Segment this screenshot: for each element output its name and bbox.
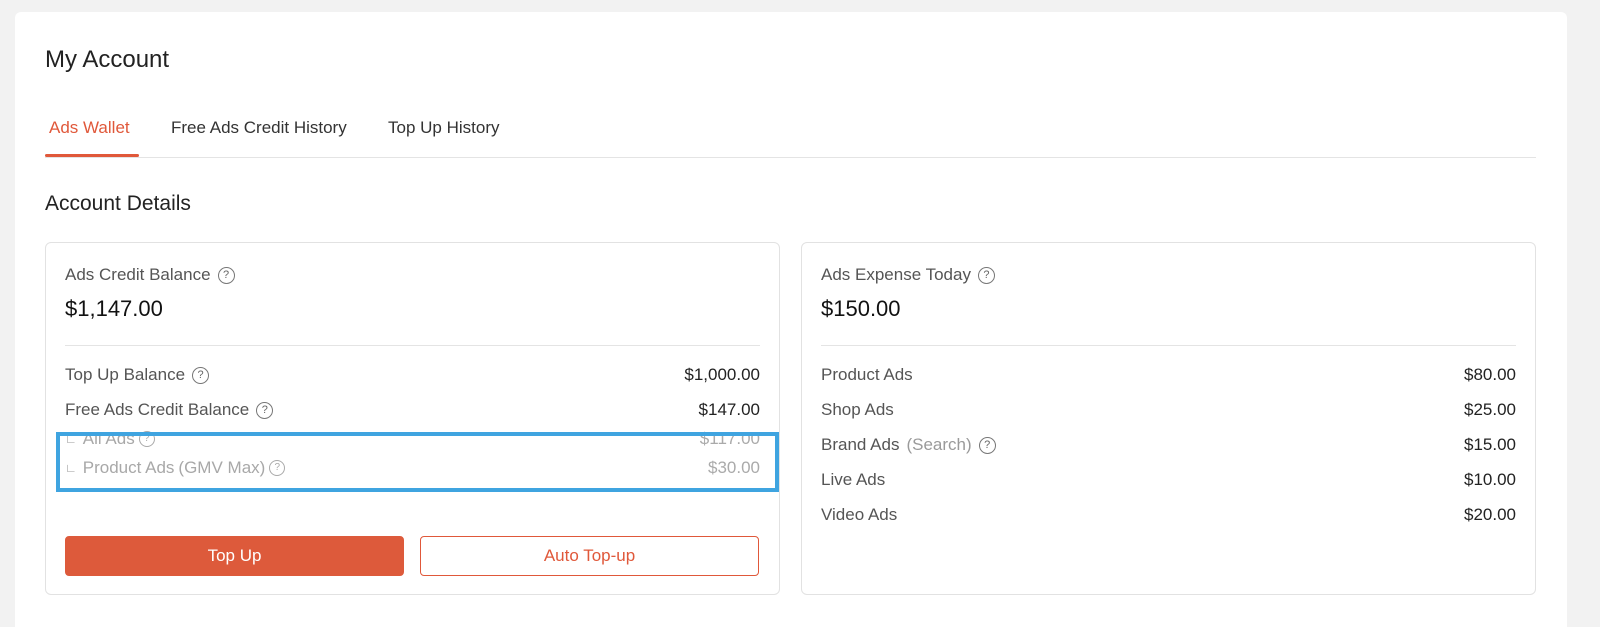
expense-label: Live Ads xyxy=(821,470,886,489)
product-ads-gmv-max-sub-row: ∟ Product Ads (GMV Max) ? $30.00 xyxy=(65,456,760,480)
tab-bar: Ads Wallet Free Ads Credit History Top U… xyxy=(45,104,1536,158)
help-icon[interactable]: ? xyxy=(217,266,235,284)
expense-row-live-ads: Live Ads $10.00 xyxy=(821,468,1516,492)
top-up-balance-row: Top Up Balance ? $1,000.00 xyxy=(65,363,760,387)
section-title: Account Details xyxy=(45,192,191,215)
tab-free-ads-credit-history[interactable]: Free Ads Credit History xyxy=(171,118,347,138)
tab-ads-wallet[interactable]: Ads Wallet xyxy=(49,118,130,138)
expense-label: Video Ads xyxy=(821,505,898,524)
expense-value: $25.00 xyxy=(1464,400,1516,419)
expense-label: Brand Ads xyxy=(821,435,900,454)
help-icon[interactable]: ? xyxy=(192,366,210,384)
page-title: My Account xyxy=(45,46,170,73)
all-ads-sub-row: ∟ All Ads ? $117.00 xyxy=(65,427,760,451)
gmv-max-suffix: (GMV Max) xyxy=(178,458,266,477)
ads-credit-balance-label: Ads Credit Balance xyxy=(65,265,211,284)
expense-value: $80.00 xyxy=(1464,365,1516,384)
ads-credit-balance-amount: $1,147.00 xyxy=(65,296,163,321)
expense-value: $15.00 xyxy=(1464,435,1516,454)
expense-row-product-ads: Product Ads $80.00 xyxy=(821,363,1516,387)
ads-credit-balance-heading: Ads Credit Balance ? xyxy=(65,265,235,285)
free-ads-credit-balance-label: Free Ads Credit Balance xyxy=(65,400,250,419)
free-ads-credit-balance-row: Free Ads Credit Balance ? $147.00 xyxy=(65,398,760,422)
help-icon[interactable]: ? xyxy=(269,460,286,476)
expense-value: $20.00 xyxy=(1464,505,1516,524)
all-ads-label: All Ads xyxy=(82,429,135,448)
tab-top-up-history[interactable]: Top Up History xyxy=(388,118,499,138)
ads-expense-today-heading: Ads Expense Today ? xyxy=(821,265,995,285)
ads-expense-today-card: Ads Expense Today ? $150.00 Product Ads … xyxy=(801,242,1536,595)
expense-row-brand-ads: Brand Ads (Search) ? $15.00 xyxy=(821,433,1516,457)
expense-row-video-ads: Video Ads $20.00 xyxy=(821,503,1516,527)
sub-item-corner-icon: ∟ xyxy=(65,432,77,446)
help-icon[interactable]: ? xyxy=(978,436,996,454)
top-up-balance-label: Top Up Balance xyxy=(65,365,186,384)
auto-top-up-button[interactable]: Auto Top-up xyxy=(420,536,759,576)
expense-value: $10.00 xyxy=(1464,470,1516,489)
expense-label: Product Ads xyxy=(821,365,913,384)
expense-label: Shop Ads xyxy=(821,400,894,419)
divider xyxy=(821,345,1516,346)
product-ads-gmv-max-value: $30.00 xyxy=(708,458,760,477)
top-up-button[interactable]: Top Up xyxy=(65,536,404,576)
help-icon[interactable]: ? xyxy=(138,431,155,447)
free-ads-credit-balance-value: $147.00 xyxy=(698,400,760,419)
sub-item-corner-icon: ∟ xyxy=(65,461,77,475)
divider xyxy=(65,345,760,346)
search-suffix: (Search) xyxy=(906,435,972,454)
expense-row-shop-ads: Shop Ads $25.00 xyxy=(821,398,1516,422)
product-ads-label: Product Ads xyxy=(82,458,175,477)
ads-expense-today-label: Ads Expense Today xyxy=(821,265,971,284)
ads-expense-today-amount: $150.00 xyxy=(821,296,901,321)
help-icon[interactable]: ? xyxy=(256,401,274,419)
top-up-balance-value: $1,000.00 xyxy=(684,365,760,384)
help-icon[interactable]: ? xyxy=(977,266,995,284)
active-tab-indicator xyxy=(45,154,139,157)
all-ads-value: $117.00 xyxy=(699,429,760,448)
